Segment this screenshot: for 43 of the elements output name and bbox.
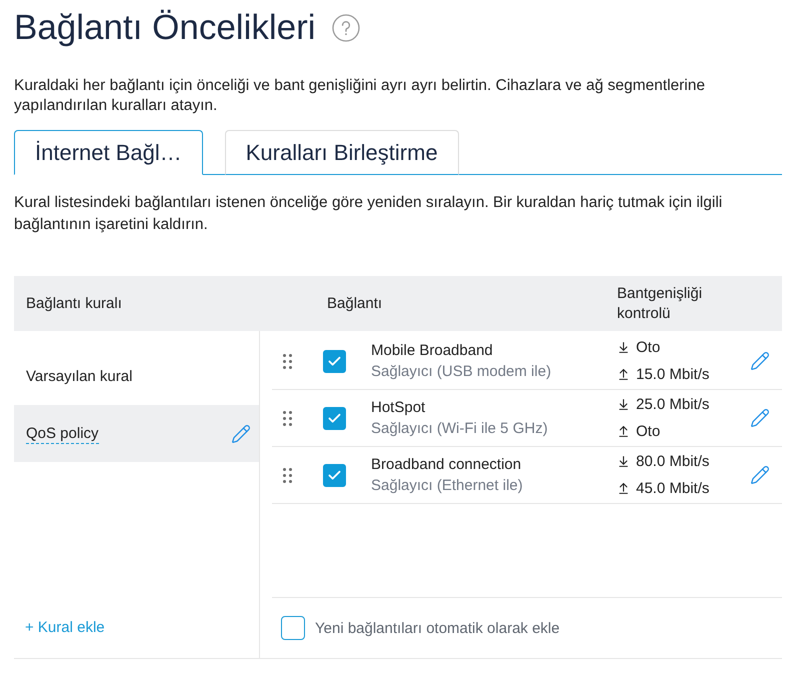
- column-header: Bağlantı: [326, 294, 384, 314]
- edit-icon[interactable]: [750, 465, 770, 485]
- rule-name: QoS policy: [26, 424, 99, 444]
- connection-name: Broadband connection: [371, 455, 522, 475]
- provider-label: Sağlayıcı (Ethernet ile): [371, 476, 524, 496]
- checkbox[interactable]: [323, 350, 346, 372]
- column-header: Bantgenişliği kontrolü: [617, 284, 704, 324]
- download-rate: 25.0 Mbit/s: [636, 396, 710, 413]
- connection-name: HotSpot: [371, 398, 426, 418]
- upload-rate: 45.0 Mbit/s: [636, 480, 710, 497]
- edit-icon[interactable]: [750, 408, 770, 428]
- tab-description: Kural listesindeki bağlantıları istenen önceliğe göre yeniden sıralayın. Bir kuraldan hariç tutmak için ilgili bağlantının işaretini kaldırın.: [14, 193, 724, 235]
- checkbox[interactable]: [323, 406, 346, 430]
- help-icon[interactable]: [332, 14, 360, 42]
- upload-rate: Oto: [636, 423, 660, 440]
- rule-name: Varsayılan kural: [26, 366, 132, 386]
- provider-label: Sağlayıcı (Wi-Fi ile 5 GHz): [371, 419, 549, 439]
- rule-row[interactable]: Varsayılan kural: [14, 348, 259, 405]
- page-description: Kuraldaki her bağlantı için önceliği ve bant genişliğini ayrı ayrı belirtin. Cihazlara ve ağ segmentlerine yapılandırılan kuralları atayın.: [14, 76, 706, 116]
- rule-row[interactable]: QoS policy: [14, 405, 259, 462]
- upload-arrow-icon: [617, 482, 630, 495]
- provider-label: Sağlayıcı (USB modem ile): [371, 362, 552, 382]
- drag-handle-icon[interactable]: [283, 354, 292, 368]
- tab[interactable]: İnternet Bağl…: [14, 130, 203, 175]
- checkbox[interactable]: [281, 616, 305, 640]
- download-rate: 80.0 Mbit/s: [636, 453, 710, 470]
- download-arrow-icon: [617, 398, 630, 411]
- page-title: Bağlantı Öncelikleri: [14, 7, 316, 49]
- download-arrow-icon: [617, 455, 630, 468]
- drag-handle-icon[interactable]: [283, 410, 292, 426]
- checkbox-label: Yeni bağlantıları otomatik olarak ekle: [315, 620, 560, 636]
- upload-rate: 15.0 Mbit/s: [636, 366, 710, 383]
- edit-icon[interactable]: [231, 424, 251, 444]
- upload-arrow-icon: [617, 368, 630, 381]
- tab[interactable]: Kuralları Birleştirme: [224, 130, 459, 175]
- column-header: Bağlantı kuralı: [25, 294, 123, 314]
- checkbox[interactable]: [323, 464, 346, 486]
- download-arrow-icon: [617, 341, 630, 354]
- connection-name: Mobile Broadband: [371, 341, 494, 361]
- upload-arrow-icon: [617, 425, 630, 438]
- edit-icon[interactable]: [750, 351, 770, 371]
- download-rate: Oto: [636, 339, 660, 356]
- drag-handle-icon[interactable]: [283, 468, 292, 482]
